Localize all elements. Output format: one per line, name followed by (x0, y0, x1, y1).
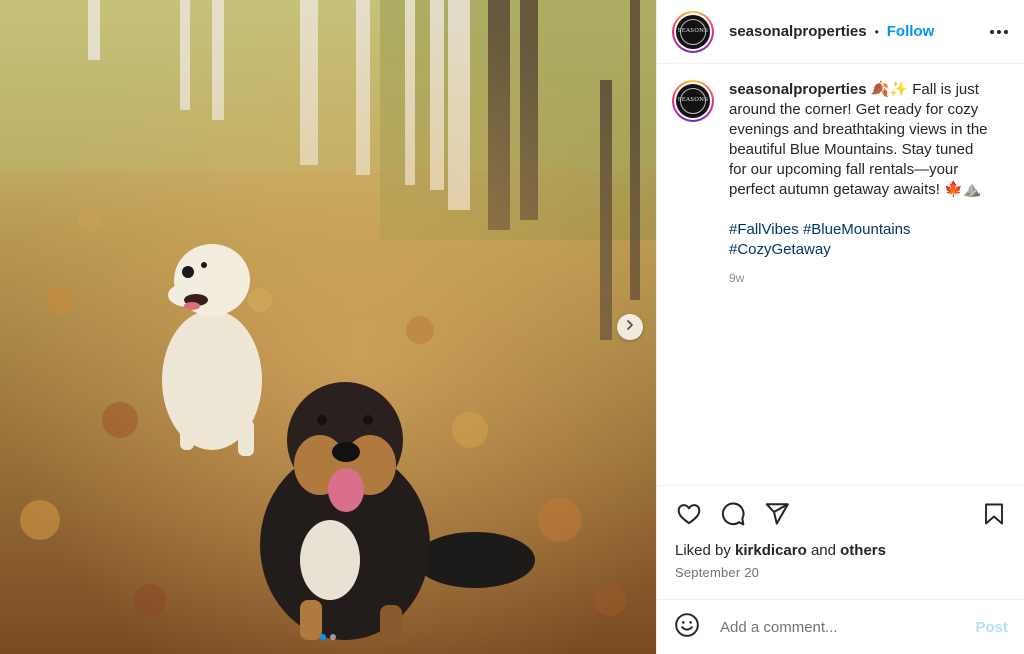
post-photo[interactable] (0, 0, 656, 654)
caption-timestamp[interactable]: 9w (729, 268, 991, 288)
caption-avatar[interactable]: SEASONS (672, 80, 714, 122)
follow-button[interactable]: Follow (887, 23, 935, 40)
more-dot (997, 29, 1001, 34)
avatar[interactable]: SEASONS (672, 10, 714, 53)
liked-by-user[interactable]: kirkdicaro (735, 542, 807, 559)
hashtag-list: #FallVibes #BlueMountains #CozyGetaway (729, 220, 991, 260)
likes-conjunction: and (810, 542, 836, 559)
caption: seasonalproperties 🍂✨ Fall is just aroun… (729, 80, 991, 288)
hashtag-link[interactable]: #CozyGetaway (729, 241, 831, 258)
carousel-dot (330, 634, 336, 640)
post-comment-button[interactable]: Post (975, 619, 1008, 636)
action-bar: Liked by kirkdicaro and others September… (657, 485, 1024, 580)
comment-input[interactable] (718, 617, 976, 637)
chevron-right-icon (624, 318, 636, 336)
more-dot (1004, 29, 1008, 34)
avatar-logo-text: SEASONS (677, 27, 709, 34)
post-sidebar: SEASONS seasonalproperties • Follow SEAS… (656, 0, 1024, 654)
hashtag-link[interactable]: #FallVibes (729, 221, 799, 238)
bookmark-icon[interactable] (980, 500, 1008, 528)
comment-icon[interactable] (719, 500, 747, 528)
likes-prefix: Liked by (675, 542, 731, 559)
likes-summary: Liked by kirkdicaro and others (675, 542, 1008, 559)
caption-section: SEASONS seasonalproperties 🍂✨ Fall is ju… (657, 64, 1024, 485)
post-date: September 20 (675, 565, 760, 580)
caption-body: 🍂✨ Fall is just around the corner! Get r… (729, 81, 988, 198)
carousel-dot (320, 634, 326, 640)
forest-scene-illustration (0, 0, 656, 654)
hashtag-link[interactable]: #BlueMountains (803, 221, 911, 238)
next-slide-button[interactable] (617, 314, 643, 340)
share-icon[interactable] (763, 500, 791, 528)
emoji-icon[interactable] (674, 612, 700, 643)
header-username[interactable]: seasonalproperties (729, 23, 867, 40)
post-header: SEASONS seasonalproperties • Follow (657, 0, 1024, 64)
likes-others[interactable]: others (840, 542, 886, 559)
white-dog (162, 244, 262, 456)
caption-avatar-logo-text: SEASONS (677, 97, 709, 104)
separator-dot: • (874, 24, 879, 39)
more-options-button[interactable] (990, 24, 1008, 40)
caption-username[interactable]: seasonalproperties (729, 81, 867, 98)
carousel-indicator (0, 634, 656, 640)
more-options-icon (990, 29, 994, 34)
comment-bar: Post (657, 599, 1024, 654)
heart-icon[interactable] (675, 500, 703, 528)
